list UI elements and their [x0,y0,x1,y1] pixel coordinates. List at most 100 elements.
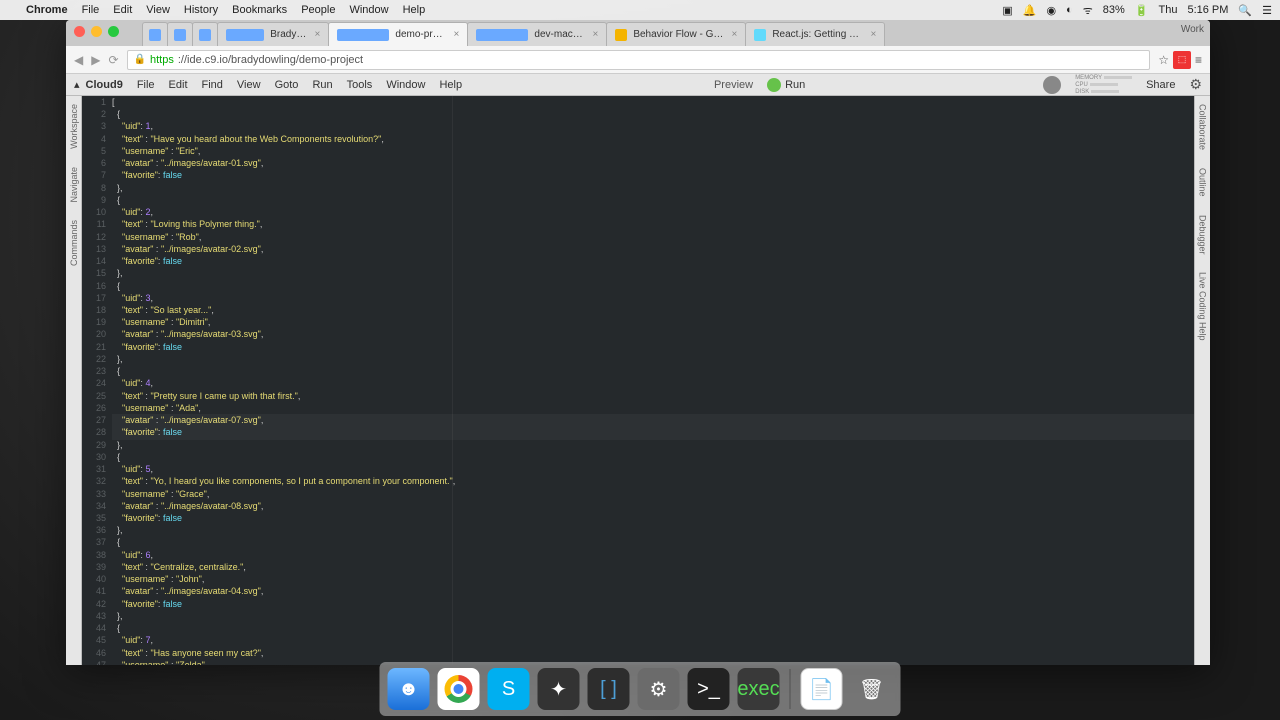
code-line[interactable]: }, [112,267,1194,279]
ide-menu-item[interactable]: Goto [275,79,299,91]
right-panel-tab[interactable]: Debugger [1198,215,1208,255]
code-line[interactable]: { [112,451,1194,463]
dock-app-term2[interactable]: exec [738,668,780,710]
code-line[interactable]: "username" : "Ada", [112,402,1194,414]
browser-tab[interactable] [142,22,168,46]
code-line[interactable]: "favorite": false [112,169,1194,181]
ide-menu-item[interactable]: Find [202,79,223,91]
code-line[interactable]: { [112,365,1194,377]
dock-app-skype[interactable]: S [488,668,530,710]
code-line[interactable]: }, [112,610,1194,622]
code-line[interactable]: "avatar" : "../images/avatar-04.svg", [112,585,1194,597]
code-line[interactable]: }, [112,524,1194,536]
right-panel-tab[interactable]: Live Coding Help [1198,272,1208,341]
code-line[interactable]: "uid": 6, [112,549,1194,561]
code-line[interactable]: "text" : "Yo, I heard you like component… [112,475,1194,487]
code-editor[interactable]: 1234567891011121314151617181920212223242… [82,96,1194,665]
code-line[interactable]: }, [112,182,1194,194]
browser-tab[interactable]: React.js: Getting Started× [745,22,885,46]
preview-button[interactable]: Preview [714,79,753,91]
code-line[interactable]: "favorite": false [112,255,1194,267]
macos-menu-item[interactable]: Window [349,4,388,16]
wifi-icon[interactable]: ᯤ [1083,3,1093,18]
left-panel-tab[interactable]: Workspace [69,104,79,149]
address-bar[interactable]: 🔒 https://ide.c9.io/bradydowling/demo-pr… [127,50,1151,70]
run-button[interactable]: Run [767,78,805,92]
right-panel-tab[interactable]: Collaborate [1198,104,1208,150]
macos-menu-item[interactable]: Edit [113,4,132,16]
dock-app-chrome[interactable] [438,668,480,710]
notifications-icon[interactable]: 🔔 [1023,4,1037,17]
spotlight-icon[interactable]: 🔍 [1238,4,1252,17]
browser-tab[interactable]: demo-project - Cloud9× [328,22,468,46]
macos-menu-item[interactable]: People [301,4,335,16]
code-line[interactable]: "username" : "John", [112,573,1194,585]
code-line[interactable]: { [112,622,1194,634]
reload-button[interactable]: ⟳ [108,53,118,67]
ide-menu-item[interactable]: View [237,79,261,91]
browser-tab[interactable] [167,22,193,46]
tab-close-icon[interactable]: × [315,29,321,40]
tab-close-icon[interactable]: × [453,29,459,40]
user-avatar[interactable] [1043,76,1061,94]
code-line[interactable]: "uid": 2, [112,206,1194,218]
code-line[interactable]: "favorite": false [112,341,1194,353]
status-icon[interactable]: ◉ [1046,4,1056,17]
macos-menu-item[interactable]: File [82,4,100,16]
tab-close-icon[interactable]: × [870,29,876,40]
macos-menu-item[interactable]: History [184,4,218,16]
code-line[interactable]: "username" : "Rob", [112,231,1194,243]
code-line[interactable]: "avatar" : "../images/avatar-08.svg", [112,500,1194,512]
browser-tab[interactable]: Brady Dowling× [217,22,329,46]
window-maximize-button[interactable] [108,26,119,37]
extension-icon[interactable]: ⬚ [1173,51,1191,69]
tab-close-icon[interactable]: × [592,29,598,40]
chrome-menu-icon[interactable]: ≡ [1195,53,1202,67]
status-icon[interactable]: ▣ [1002,4,1012,17]
ide-menu-item[interactable]: Help [439,79,462,91]
code-line[interactable]: "uid": 5, [112,463,1194,475]
code-line[interactable]: "uid": 4, [112,377,1194,389]
back-button[interactable]: ◀ [74,53,83,67]
code-line[interactable]: { [112,194,1194,206]
macos-menu-item[interactable]: Bookmarks [232,4,287,16]
cloud9-logo[interactable]: Cloud9 [86,79,123,91]
panel-toggle-icon[interactable]: ▴ [74,78,80,91]
browser-tab[interactable]: dev-machine - Cloud9× [467,22,607,46]
code-line[interactable]: "uid": 1, [112,120,1194,132]
code-line[interactable]: "text" : "So last year...", [112,304,1194,316]
dock-app-trash[interactable]: 🗑 [851,668,893,710]
code-line[interactable]: }, [112,353,1194,365]
browser-tab[interactable]: Behavior Flow - Google A× [606,22,746,46]
code-line[interactable]: { [112,280,1194,292]
window-close-button[interactable] [74,26,85,37]
code-line[interactable]: }, [112,439,1194,451]
code-line[interactable]: "avatar" : "../images/avatar-02.svg", [112,243,1194,255]
ide-menu-item[interactable]: Edit [169,79,188,91]
code-line[interactable]: "username" : "Eric", [112,145,1194,157]
browser-tab[interactable] [192,22,218,46]
profile-label[interactable]: Work [1181,24,1204,35]
code-line[interactable]: "uid": 3, [112,292,1194,304]
code-line[interactable]: "avatar" : "../images/avatar-03.svg", [112,328,1194,340]
ide-menu-item[interactable]: Tools [347,79,373,91]
code-line[interactable]: "text" : "Pretty sure I came up with tha… [112,390,1194,402]
right-panel-tab[interactable]: Outline [1198,168,1208,197]
code-area[interactable]: [ { "uid": 1, "text" : "Have you heard a… [112,96,1194,665]
ide-menu-item[interactable]: Run [312,79,332,91]
share-button[interactable]: Share [1146,79,1175,91]
dock-app-finder[interactable]: ☻ [388,668,430,710]
code-line[interactable]: "favorite": false [112,598,1194,610]
active-app-name[interactable]: Chrome [26,4,68,16]
bookmark-icon[interactable]: ☆ [1158,53,1169,67]
code-line[interactable]: "username" : "Grace", [112,488,1194,500]
code-line[interactable]: "text" : "Have you heard about the Web C… [112,133,1194,145]
tab-close-icon[interactable]: × [731,29,737,40]
left-panel-tab[interactable]: Commands [69,220,79,266]
code-line[interactable]: { [112,108,1194,120]
code-line[interactable]: "text" : "Has anyone seen my cat?", [112,647,1194,659]
left-panel-tab[interactable]: Navigate [69,167,79,203]
forward-button[interactable]: ▶ [91,53,100,67]
code-line[interactable]: "avatar" : "../images/avatar-01.svg", [112,157,1194,169]
dock-app-term1[interactable]: >_ [688,668,730,710]
